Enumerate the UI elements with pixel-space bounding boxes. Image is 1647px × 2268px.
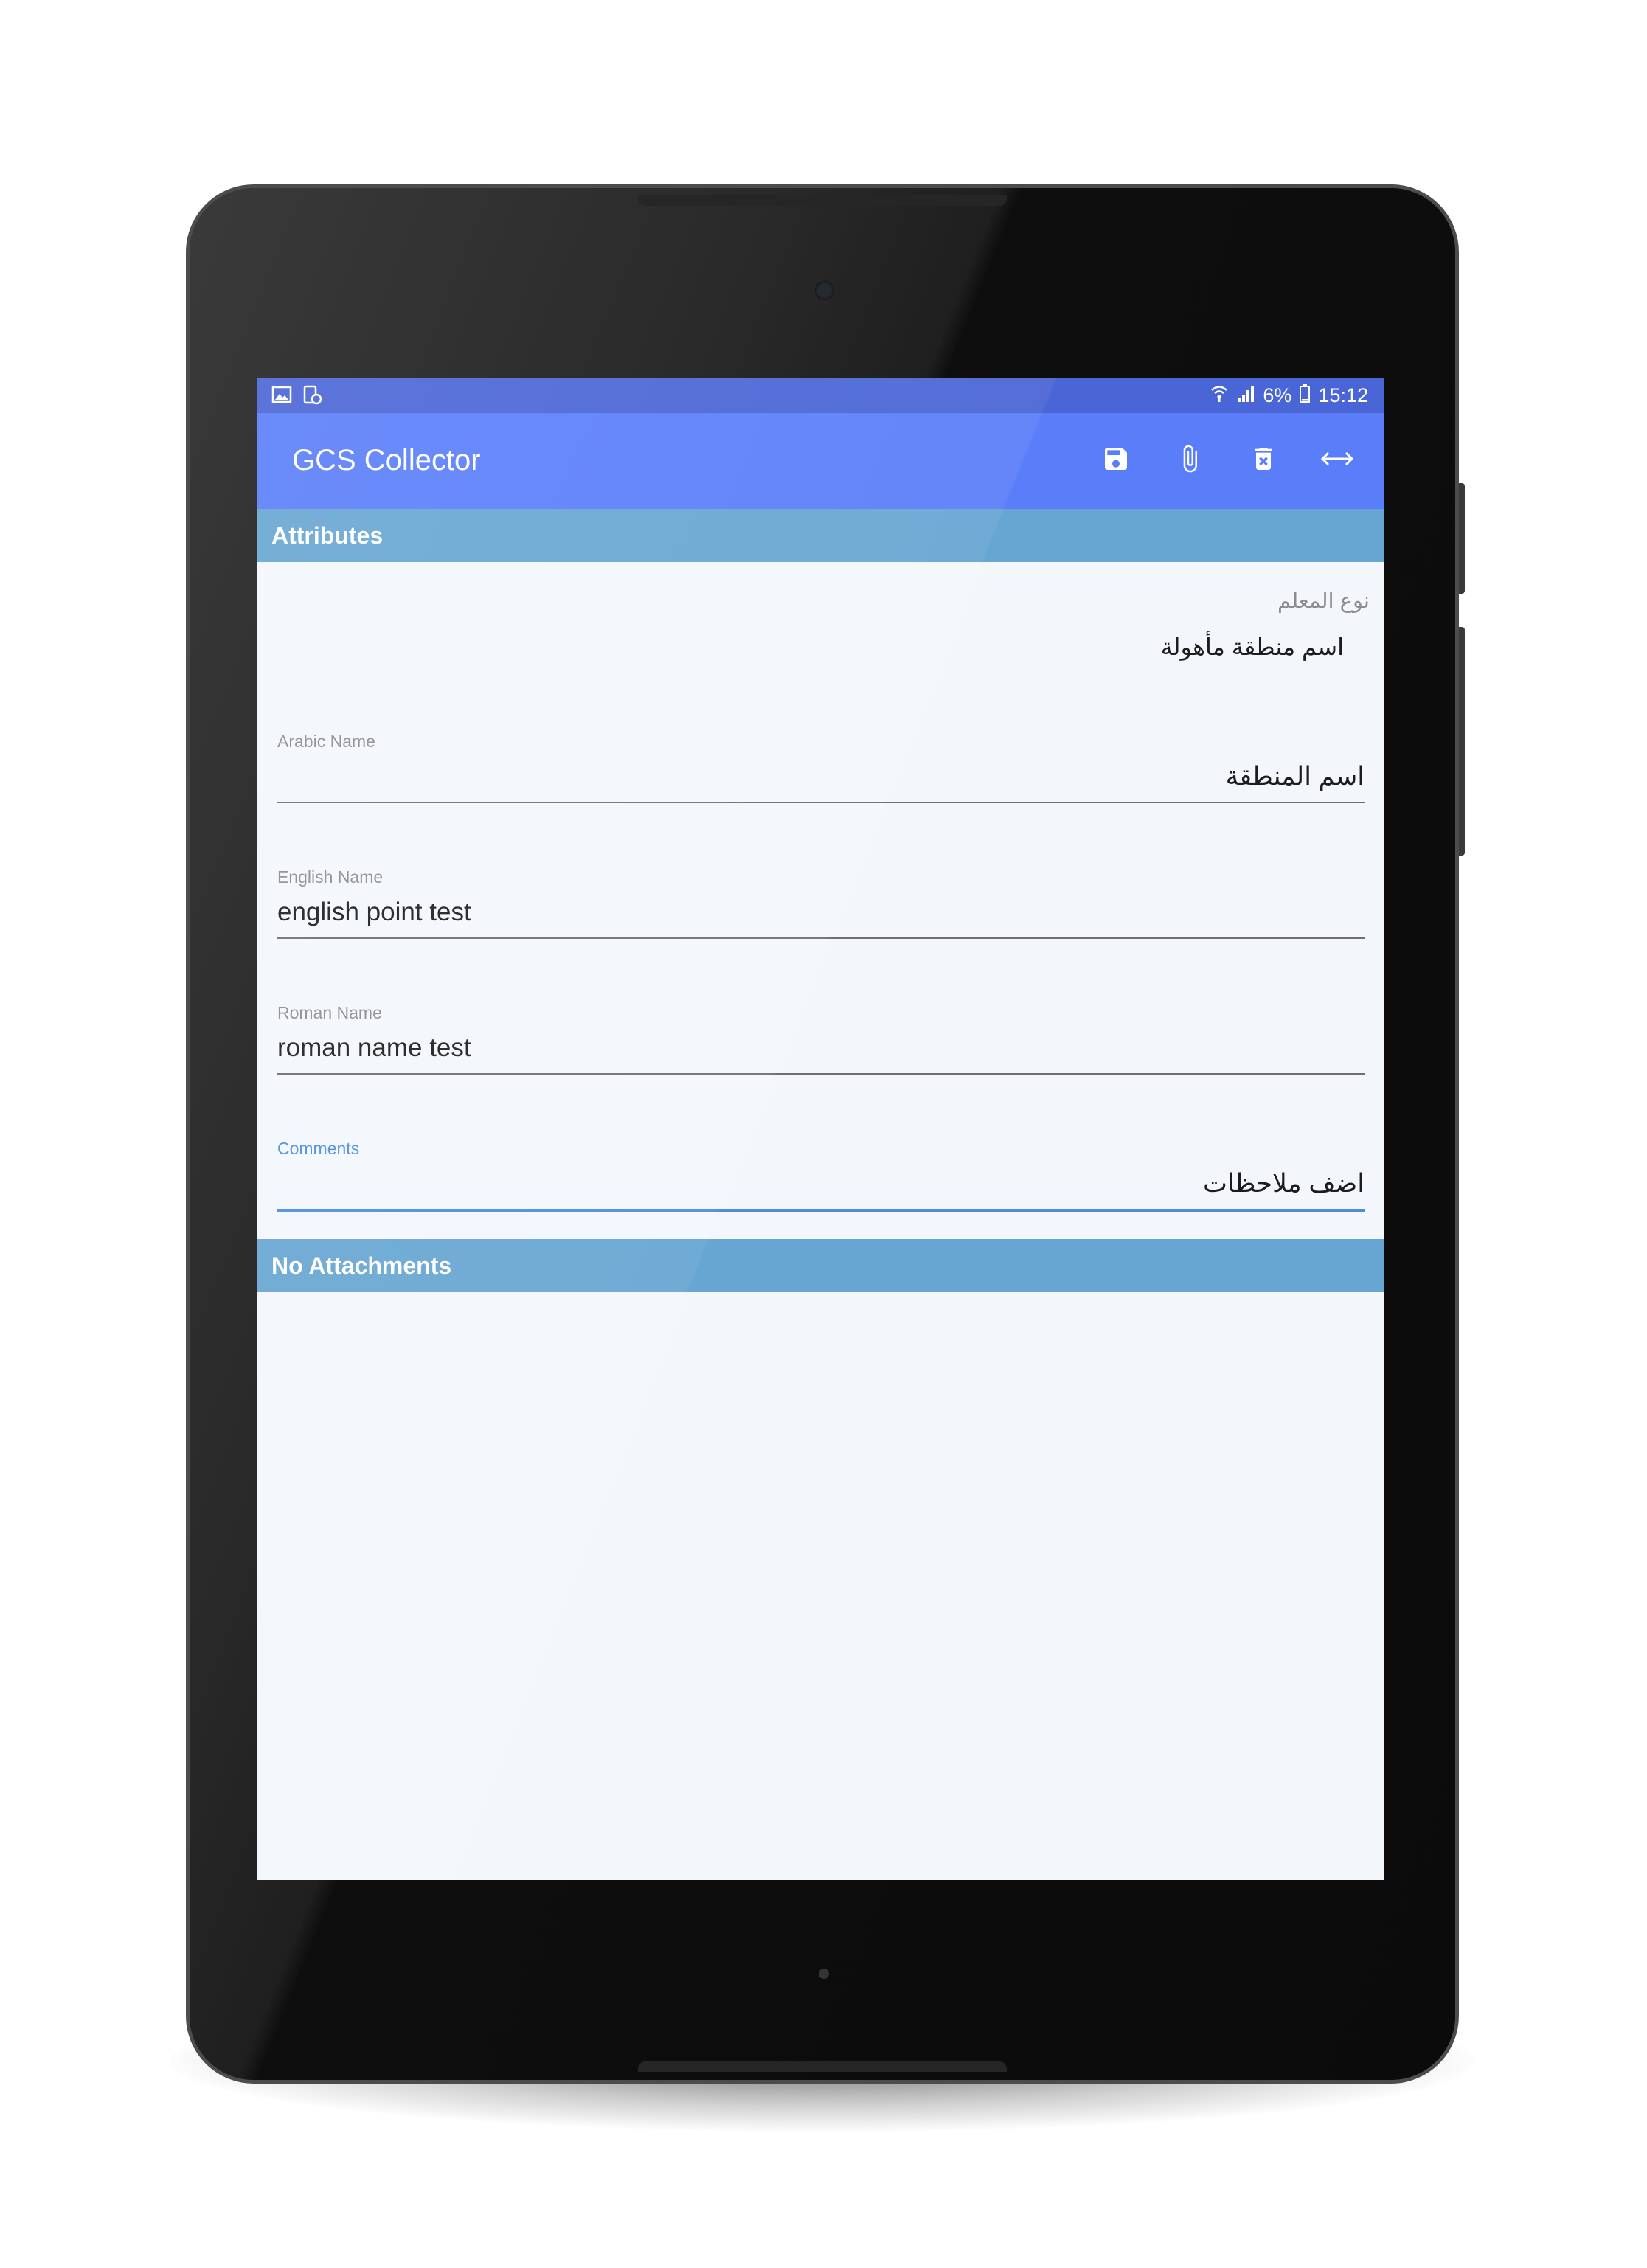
comments-input[interactable]: اضف ملاحظات xyxy=(277,1169,1365,1203)
signal-icon xyxy=(1236,384,1255,408)
swap-horizontal-icon xyxy=(1320,448,1355,474)
app-bar-actions xyxy=(1098,441,1355,479)
save-button[interactable] xyxy=(1098,441,1134,479)
battery-percent: 6% xyxy=(1263,384,1292,406)
swap-direction-button[interactable] xyxy=(1320,441,1355,479)
attributes-header: Attributes xyxy=(257,509,1384,562)
arabic-name-input[interactable]: اسم المنطقة xyxy=(277,762,1365,796)
save-icon xyxy=(1101,444,1131,477)
delete-button[interactable] xyxy=(1246,441,1281,479)
roman-name-underline xyxy=(277,1073,1365,1075)
comments-underline xyxy=(277,1209,1365,1212)
app-title: GCS Collector xyxy=(292,444,481,476)
english-name-label: English Name xyxy=(277,867,384,887)
roman-name-label: Roman Name xyxy=(277,1003,382,1022)
status-bar: 6% 15:12 xyxy=(257,378,1384,413)
attachments-header: No Attachments xyxy=(257,1239,1384,1292)
battery-icon xyxy=(1299,384,1311,408)
power-button xyxy=(1459,627,1465,856)
front-camera xyxy=(815,281,834,300)
image-icon xyxy=(271,385,292,411)
volume-button xyxy=(1459,483,1465,594)
english-name-input[interactable]: english point test xyxy=(277,898,1365,932)
app-bar: GCS Collector xyxy=(257,413,1384,509)
arabic-name-field[interactable]: Arabic Name اسم المنطقة xyxy=(277,732,1365,803)
comments-label: Comments xyxy=(277,1139,360,1158)
arabic-name-underline xyxy=(277,802,1365,803)
attach-icon xyxy=(1175,441,1204,480)
feature-type-label: نوع المعلم xyxy=(1277,589,1370,613)
device-info-icon xyxy=(302,385,323,411)
delete-icon xyxy=(1249,443,1278,479)
bottom-sensor xyxy=(819,1969,829,1979)
page: 6% 15:12 GCS Collector Attributes نوع ال… xyxy=(0,0,1647,2268)
comments-field[interactable]: Comments اضف ملاحظات xyxy=(277,1139,1365,1212)
bottom-speaker xyxy=(638,2061,1007,2072)
app-screen: 6% 15:12 GCS Collector Attributes نوع ال… xyxy=(257,378,1384,1880)
clock: 15:12 xyxy=(1318,384,1368,406)
feature-type-value[interactable]: اسم منطقة مأهولة xyxy=(1161,633,1344,661)
wifi-icon xyxy=(1210,384,1229,408)
attach-button[interactable] xyxy=(1172,441,1207,479)
arabic-name-label: Arabic Name xyxy=(277,732,375,751)
top-speaker xyxy=(638,195,1007,206)
roman-name-input[interactable]: roman name test xyxy=(277,1033,1365,1067)
roman-name-field[interactable]: Roman Name roman name test xyxy=(277,1003,1365,1075)
english-name-underline xyxy=(277,937,1365,939)
english-name-field[interactable]: English Name english point test xyxy=(277,867,1365,939)
screen-glare xyxy=(257,378,1384,1880)
